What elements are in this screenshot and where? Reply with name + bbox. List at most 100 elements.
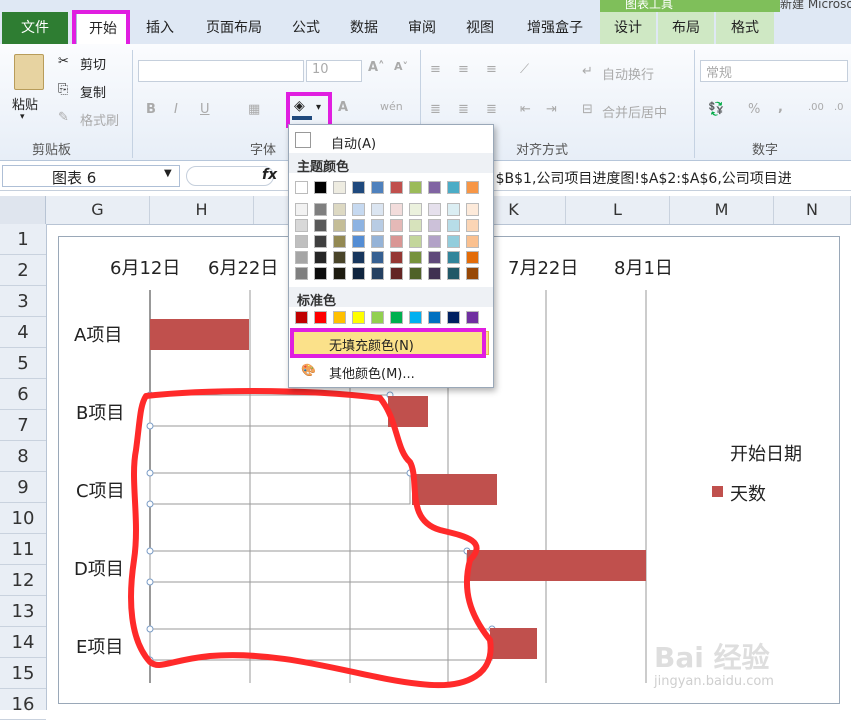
theme-shade-swatch[interactable] <box>352 219 365 232</box>
theme-shade-swatch[interactable] <box>371 267 384 280</box>
theme-shade-swatch[interactable] <box>428 203 441 216</box>
theme-shade-swatch[interactable] <box>466 251 479 264</box>
theme-shade-swatch[interactable] <box>447 219 460 232</box>
theme-shade-swatch[interactable] <box>409 235 422 248</box>
days-bar <box>467 550 646 581</box>
auto-color-option[interactable]: 自动(A) <box>331 133 376 152</box>
more-colors-option[interactable]: 其他颜色(M)... <box>329 363 415 382</box>
theme-color-swatch[interactable] <box>390 181 403 194</box>
selection-handle <box>146 422 154 430</box>
theme-shade-swatch[interactable] <box>447 267 460 280</box>
theme-shade-swatch[interactable] <box>295 267 308 280</box>
theme-shade-swatch[interactable] <box>314 235 327 248</box>
theme-shade-swatch[interactable] <box>352 235 365 248</box>
red-annotation-outline <box>128 388 494 689</box>
baidu-watermark-logo: Bai 经验 <box>654 641 770 674</box>
theme-shade-swatch[interactable] <box>295 235 308 248</box>
standard-color-swatch[interactable] <box>447 311 460 324</box>
standard-color-swatch[interactable] <box>333 311 346 324</box>
theme-shade-swatch[interactable] <box>352 203 365 216</box>
theme-shade-swatch[interactable] <box>333 235 346 248</box>
days-bar <box>490 628 537 659</box>
theme-shade-swatch[interactable] <box>390 251 403 264</box>
theme-shade-swatch[interactable] <box>466 235 479 248</box>
selection-handle <box>146 500 154 508</box>
standard-color-swatch[interactable] <box>314 311 327 324</box>
standard-color-swatch[interactable] <box>428 311 441 324</box>
theme-shade-swatch[interactable] <box>333 203 346 216</box>
theme-color-swatch[interactable] <box>314 181 327 194</box>
theme-shade-swatch[interactable] <box>371 235 384 248</box>
category-label: C项目 <box>76 481 125 502</box>
theme-color-swatch[interactable] <box>295 181 308 194</box>
legend-series-start: 开始日期 <box>730 444 802 465</box>
theme-shade-swatch[interactable] <box>314 219 327 232</box>
theme-shade-swatch[interactable] <box>409 219 422 232</box>
legend-series-days: 天数 <box>730 484 766 505</box>
theme-shade-swatch[interactable] <box>390 235 403 248</box>
selection-handle <box>146 625 154 633</box>
x-tick-label: 6月12日 <box>110 258 181 279</box>
standard-color-swatch[interactable] <box>466 311 479 324</box>
theme-color-swatch[interactable] <box>352 181 365 194</box>
theme-colors-header: 主题颜色 <box>297 160 350 175</box>
theme-shade-swatch[interactable] <box>390 267 403 280</box>
theme-shade-swatch[interactable] <box>390 219 403 232</box>
theme-color-swatch[interactable] <box>447 181 460 194</box>
theme-color-swatch[interactable] <box>333 181 346 194</box>
selection-handle <box>146 547 154 555</box>
category-label: E项目 <box>76 637 124 658</box>
theme-shade-swatch[interactable] <box>371 203 384 216</box>
x-tick-label: 8月1日 <box>614 258 673 279</box>
standard-color-swatch[interactable] <box>409 311 422 324</box>
theme-shade-swatch[interactable] <box>447 251 460 264</box>
standard-color-swatch[interactable] <box>390 311 403 324</box>
start-date-bar-outline <box>149 472 411 505</box>
standard-color-swatch[interactable] <box>371 311 384 324</box>
start-date-bar-outline <box>149 550 468 583</box>
theme-shade-swatch[interactable] <box>409 251 422 264</box>
theme-shade-swatch[interactable] <box>466 219 479 232</box>
theme-shade-swatch[interactable] <box>409 203 422 216</box>
category-label: A项目 <box>74 325 123 346</box>
theme-shade-swatch[interactable] <box>428 267 441 280</box>
theme-shade-swatch[interactable] <box>333 251 346 264</box>
palette-icon: 🎨 <box>301 363 316 377</box>
theme-shade-swatch[interactable] <box>447 203 460 216</box>
standard-color-swatch[interactable] <box>295 311 308 324</box>
auto-color-swatch <box>295 132 311 148</box>
theme-shade-swatch[interactable] <box>466 267 479 280</box>
theme-shade-swatch[interactable] <box>314 267 327 280</box>
theme-shade-swatch[interactable] <box>428 251 441 264</box>
legend-swatch-days <box>712 486 723 497</box>
theme-shade-swatch[interactable] <box>352 251 365 264</box>
standard-color-swatch[interactable] <box>352 311 365 324</box>
baidu-watermark-url: jingyan.baidu.com <box>654 674 774 689</box>
theme-color-swatch[interactable] <box>371 181 384 194</box>
theme-shade-swatch[interactable] <box>428 235 441 248</box>
category-label: B项目 <box>76 403 125 424</box>
theme-shade-swatch[interactable] <box>314 203 327 216</box>
theme-shade-swatch[interactable] <box>314 251 327 264</box>
theme-shade-swatch[interactable] <box>447 235 460 248</box>
theme-shade-swatch[interactable] <box>371 219 384 232</box>
days-bar <box>412 474 497 505</box>
theme-shade-swatch[interactable] <box>295 203 308 216</box>
standard-colors-header: 标准色 <box>297 294 337 309</box>
theme-shade-swatch[interactable] <box>466 203 479 216</box>
theme-color-swatch[interactable] <box>466 181 479 194</box>
theme-shade-swatch[interactable] <box>295 251 308 264</box>
theme-shade-swatch[interactable] <box>333 267 346 280</box>
category-label: D项目 <box>74 559 124 580</box>
highlight-no-fill <box>290 328 486 358</box>
theme-shade-swatch[interactable] <box>390 203 403 216</box>
theme-shade-swatch[interactable] <box>352 267 365 280</box>
theme-color-swatch[interactable] <box>409 181 422 194</box>
theme-color-swatch[interactable] <box>428 181 441 194</box>
theme-shade-swatch[interactable] <box>428 219 441 232</box>
theme-shade-swatch[interactable] <box>409 267 422 280</box>
theme-shade-swatch[interactable] <box>333 219 346 232</box>
theme-shade-swatch[interactable] <box>295 219 308 232</box>
days-bar <box>150 319 249 350</box>
theme-shade-swatch[interactable] <box>371 251 384 264</box>
